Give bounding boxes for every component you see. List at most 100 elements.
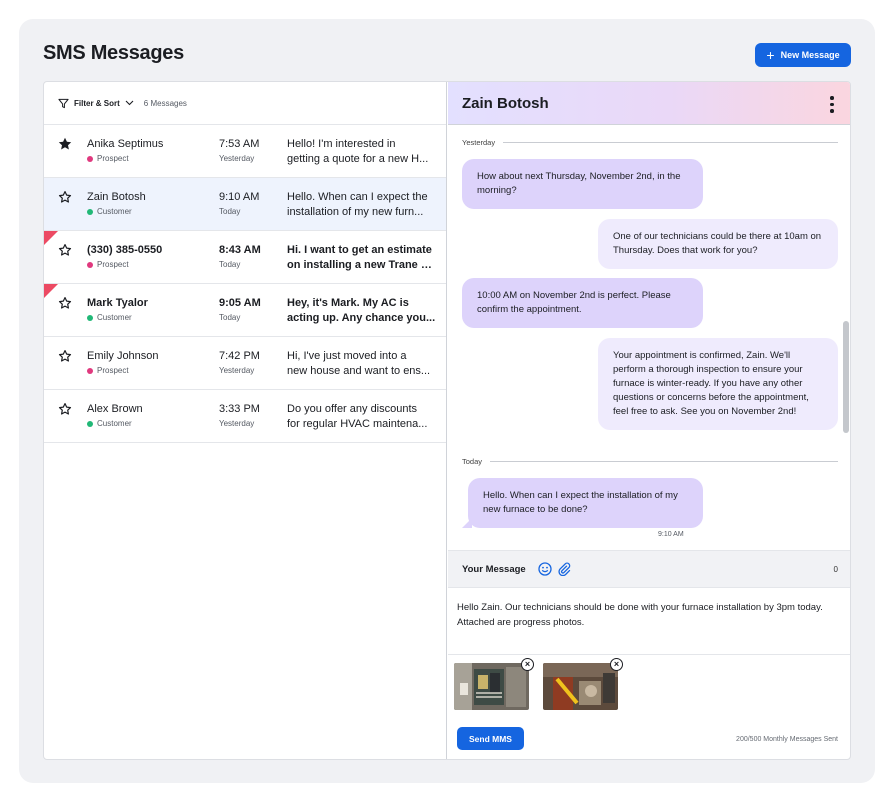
message-preview: Hi. I want to get an estimate on installi… xyxy=(287,243,437,273)
preview-line: new house and want to ens... xyxy=(287,365,431,377)
preview-line: Hi. I want to get an estimate xyxy=(287,244,432,256)
preview-line: installation of my new furn... xyxy=(287,206,424,218)
preview-line: on installing a new Trane X... xyxy=(287,259,437,271)
page-title: SMS Messages xyxy=(43,42,184,64)
character-count: 0 xyxy=(833,564,838,574)
paperclip-icon[interactable] xyxy=(557,562,571,576)
contact-tag: Customer xyxy=(87,313,132,322)
compose-label: Your Message xyxy=(462,563,526,575)
message-preview: Do you offer any discounts for regular HV… xyxy=(287,402,437,432)
message-time: 3:33 PM xyxy=(219,403,260,415)
preview-line: Hello. When can I expect the xyxy=(287,191,428,203)
contact-name: Mark Tyalor xyxy=(87,297,148,309)
thread-scrollbar[interactable] xyxy=(843,321,849,433)
star-icon[interactable] xyxy=(58,243,72,257)
preview-line: Do you offer any discounts xyxy=(287,403,418,415)
contact-tag-label: Prospect xyxy=(97,154,129,163)
contact-tag-label: Prospect xyxy=(97,260,129,269)
remove-attachment-icon[interactable]: × xyxy=(521,658,534,671)
list-toolbar: Filter & Sort 6 Messages xyxy=(44,82,446,125)
message-preview: Hello! I'm interested in getting a quote … xyxy=(287,137,437,167)
preview-line: Hi, I've just moved into a xyxy=(287,350,407,362)
status-dot xyxy=(87,367,93,374)
message-time: 9:05 AM xyxy=(219,297,261,309)
message-thread[interactable]: Yesterday How about next Thursday, Novem… xyxy=(448,125,850,550)
status-dot xyxy=(87,420,93,427)
list-item[interactable]: Mark Tyalor Customer 9:05 AM Today Hey, it's… xyxy=(44,284,446,337)
contact-tag: Prospect xyxy=(87,154,129,163)
contact-tag: Prospect xyxy=(87,260,129,269)
message-day: Yesterday xyxy=(219,366,255,375)
contact-name: Emily Johnson xyxy=(87,350,159,362)
message-time: 9:10 AM xyxy=(219,191,260,203)
message-preview: Hello. When can I expect the installation… xyxy=(287,190,437,220)
plus-icon: + xyxy=(766,47,775,63)
message-day: Today xyxy=(219,260,241,269)
list-item[interactable]: Zain Botosh Customer 9:10 AM Today Hello. Wh… xyxy=(44,178,446,231)
message-list: Filter & Sort 6 Messages Anika Septimus P… xyxy=(44,82,447,759)
new-message-button[interactable]: + New Message xyxy=(755,43,851,67)
status-dot xyxy=(87,208,93,215)
contact-tag-label: Customer xyxy=(97,419,132,428)
message-bubble-outgoing: Your appointment is confirmed, Zain. We'… xyxy=(598,338,838,430)
conversation-pane: Zain Botosh Yesterday How about next Thu… xyxy=(448,82,850,759)
list-item[interactable]: Alex Brown Customer 3:33 PM Yesterday Do you… xyxy=(44,390,446,443)
compose-header: Your Message 0 xyxy=(448,550,850,588)
message-timestamp: 9:10 AM xyxy=(658,531,684,538)
unread-flag xyxy=(44,231,58,245)
message-bubble-incoming: How about next Thursday, November 2nd, i… xyxy=(462,159,703,209)
contact-name: Zain Botosh xyxy=(462,94,549,112)
messages-panel: Filter & Sort 6 Messages Anika Septimus P… xyxy=(43,81,851,760)
send-mms-button[interactable]: Send MMS xyxy=(457,727,524,750)
preview-line: Hey, it's Mark. My AC is xyxy=(287,297,409,309)
message-day: Today xyxy=(219,313,241,322)
contact-name: (330) 385-0550 xyxy=(87,244,163,256)
list-item[interactable]: Emily Johnson Prospect 7:42 PM Yesterday Hi,… xyxy=(44,337,446,390)
list-item[interactable]: Anika Septimus Prospect 7:53 AM Yesterday He… xyxy=(44,125,446,178)
message-bubble-outgoing: One of our technicians could be there at… xyxy=(598,219,838,269)
conversation-header: Zain Botosh xyxy=(448,82,850,125)
message-count: 6 Messages xyxy=(143,98,187,108)
message-preview: Hi, I've just moved into a new house and … xyxy=(287,349,437,379)
status-dot xyxy=(87,314,93,321)
star-icon[interactable] xyxy=(58,402,72,416)
contact-tag: Customer xyxy=(87,207,132,216)
contact-tag-label: Customer xyxy=(97,313,132,322)
star-filled-icon[interactable] xyxy=(58,137,72,151)
attachment-photo[interactable] xyxy=(454,663,529,710)
preview-line: getting a quote for a new H... xyxy=(287,153,429,165)
message-time: 7:42 PM xyxy=(219,350,260,362)
star-icon[interactable] xyxy=(58,190,72,204)
message-day: Today xyxy=(219,207,241,216)
contact-name: Anika Septimus xyxy=(87,138,164,150)
date-divider-label: Today xyxy=(462,457,483,466)
message-time: 7:53 AM xyxy=(219,138,260,150)
chevron-down-icon[interactable] xyxy=(125,100,134,106)
status-dot xyxy=(87,155,93,162)
star-icon[interactable] xyxy=(58,349,72,363)
date-divider: Today xyxy=(462,457,838,466)
contact-tag: Prospect xyxy=(87,366,129,375)
filter-sort-button[interactable]: Filter & Sort xyxy=(74,99,120,108)
status-dot xyxy=(87,261,93,268)
new-message-label: New Message xyxy=(780,50,840,60)
message-input[interactable]: Hello Zain. Our technicians should be do… xyxy=(457,600,845,630)
message-bubble-incoming: Hello. When can I expect the installatio… xyxy=(462,478,703,528)
contact-tag: Customer xyxy=(87,419,132,428)
unread-flag xyxy=(44,284,58,298)
attachments: × × xyxy=(448,654,850,718)
message-preview: Hey, it's Mark. My AC is acting up. Any c… xyxy=(287,296,437,326)
attachment-photo[interactable] xyxy=(543,663,618,710)
star-icon[interactable] xyxy=(58,296,72,310)
preview-line: acting up. Any chance you... xyxy=(287,312,436,324)
preview-line: Hello! I'm interested in xyxy=(287,138,396,150)
emoji-icon[interactable] xyxy=(538,562,552,576)
message-day: Yesterday xyxy=(219,419,255,428)
preview-line: for regular HVAC maintena... xyxy=(287,418,428,430)
remove-attachment-icon[interactable]: × xyxy=(610,658,623,671)
list-item[interactable]: (330) 385-0550 Prospect 8:43 AM Today Hi. I … xyxy=(44,231,446,284)
more-options-icon[interactable] xyxy=(830,96,834,113)
contact-name: Zain Botosh xyxy=(87,191,146,203)
filter-icon[interactable] xyxy=(58,98,69,109)
contact-tag-label: Customer xyxy=(97,207,132,216)
